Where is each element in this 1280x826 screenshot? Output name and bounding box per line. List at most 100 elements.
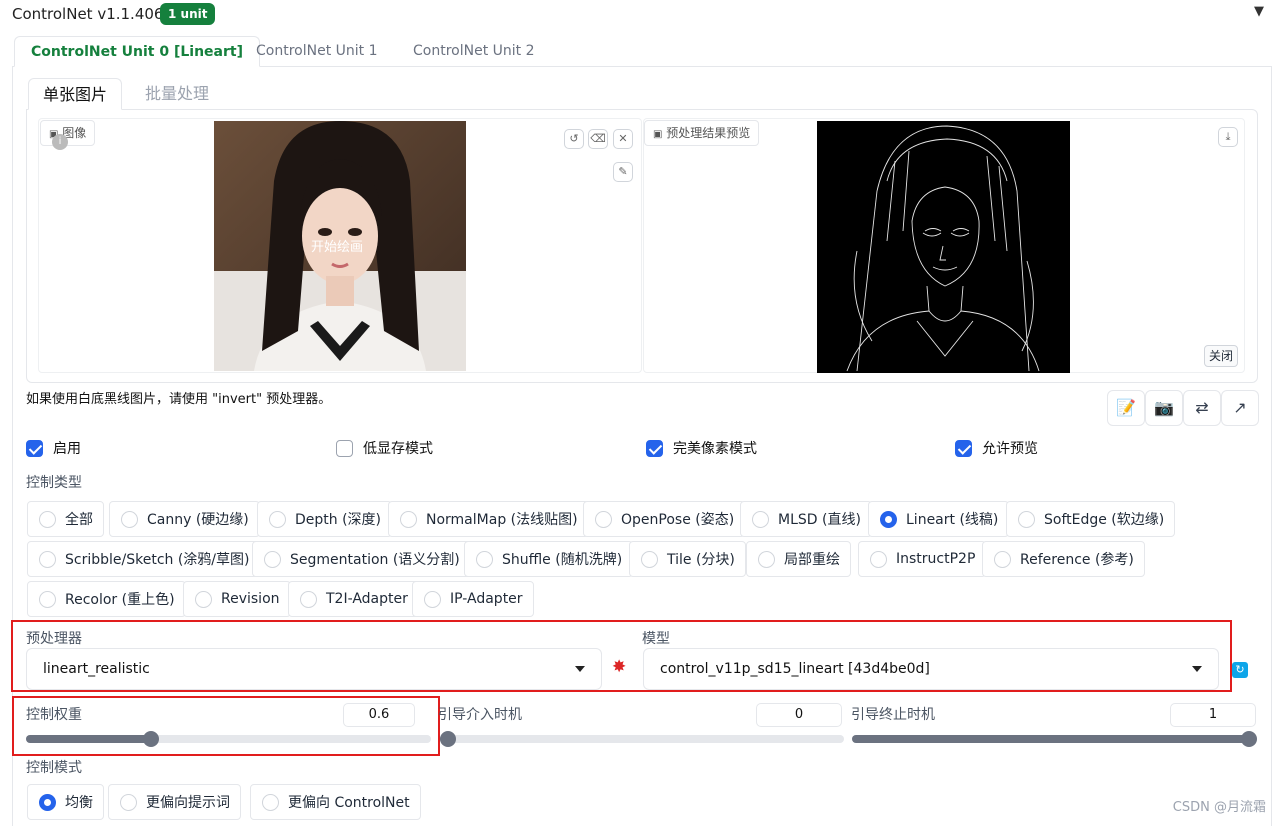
radio-icon[interactable] <box>476 550 493 568</box>
radio-icon[interactable] <box>195 590 212 608</box>
radio-icon[interactable] <box>39 793 56 811</box>
radio-icon[interactable] <box>641 550 658 568</box>
checkbox-box[interactable] <box>955 439 972 457</box>
radio-icon[interactable] <box>400 510 417 528</box>
radio-icon[interactable] <box>424 590 441 608</box>
tab-unit-2[interactable]: ControlNet Unit 2 <box>397 36 551 67</box>
radio-icon[interactable] <box>758 550 775 568</box>
edit-icon[interactable]: 📝 <box>1107 390 1145 426</box>
radio-icon[interactable] <box>1018 510 1035 528</box>
tab-batch[interactable]: 批量处理 <box>131 78 223 110</box>
radio-icon[interactable] <box>269 510 286 528</box>
radio-icon[interactable] <box>994 550 1011 568</box>
slider-handle[interactable] <box>1241 731 1257 747</box>
preview-panel-label: ▣ 预处理结果预览 <box>644 120 760 146</box>
slider-handle[interactable] <box>143 731 159 747</box>
control-type-segmentation[interactable]: Segmentation (语义分割) <box>252 541 471 577</box>
close-icon[interactable]: ✕ <box>613 129 633 149</box>
brush-icon[interactable]: ✎ <box>613 162 633 182</box>
camera-icon[interactable]: 📷 <box>1145 390 1183 426</box>
control-type-shuffle[interactable]: Shuffle (随机洗牌) <box>464 541 634 577</box>
control-type-softedge[interactable]: SoftEdge (软边缘) <box>1006 501 1176 537</box>
run-preprocessor-icon[interactable]: ✸ <box>612 657 626 677</box>
radio-icon[interactable] <box>870 550 887 568</box>
send-icon[interactable]: ↗ <box>1221 390 1259 426</box>
guidance-end-slider[interactable] <box>852 731 1257 747</box>
control-type-all[interactable]: 全部 <box>27 501 104 537</box>
canvas-overlay-text: 开始绘画 <box>311 240 364 255</box>
control-mode-controlnet[interactable]: 更偏向 ControlNet <box>250 784 421 820</box>
enable-checkbox[interactable]: 启用 <box>26 438 81 458</box>
option-label: Scribble/Sketch (涂鸦/草图) <box>65 552 250 568</box>
guidance-start-number-input[interactable]: 0 <box>756 703 842 727</box>
swap-icon[interactable]: ⇄ <box>1183 390 1221 426</box>
radio-icon[interactable] <box>595 510 612 528</box>
radio-icon[interactable] <box>262 793 279 811</box>
control-type-t2i-adapter[interactable]: T2I-Adapter <box>288 581 419 617</box>
chevron-down-icon <box>575 666 585 672</box>
radio-icon[interactable] <box>880 510 897 528</box>
option-label: Recolor (重上色) <box>65 592 175 608</box>
radio-icon[interactable] <box>39 510 56 528</box>
control-type-canny[interactable]: Canny (硬边缘) <box>109 501 260 537</box>
control-type-recolor[interactable]: Recolor (重上色) <box>27 581 186 617</box>
control-type-tile[interactable]: Tile (分块) <box>629 541 746 577</box>
weight-number-input[interactable]: 0.6 <box>343 703 415 727</box>
checkbox-box[interactable] <box>26 439 43 457</box>
control-type-openpose[interactable]: OpenPose (姿态) <box>583 501 746 537</box>
eraser-icon[interactable]: ⌫ <box>588 129 608 149</box>
low-vram-checkbox[interactable]: 低显存模式 <box>336 438 433 458</box>
slider-handle[interactable] <box>440 731 456 747</box>
radio-icon[interactable] <box>120 793 137 811</box>
pixel-perfect-checkbox[interactable]: 完美像素模式 <box>646 438 757 458</box>
option-label: 更偏向提示词 <box>146 795 230 811</box>
option-label: Lineart (线稿) <box>906 512 999 528</box>
option-label: NormalMap (法线贴图) <box>426 512 578 528</box>
allow-preview-checkbox[interactable]: 允许预览 <box>955 438 1038 458</box>
control-type-scribble[interactable]: Scribble/Sketch (涂鸦/草图) <box>27 541 261 577</box>
tab-single-image[interactable]: 单张图片 <box>28 78 123 110</box>
control-type-normalmap[interactable]: NormalMap (法线贴图) <box>388 501 589 537</box>
preprocessor-value: lineart_realistic <box>43 661 150 677</box>
option-label: Segmentation (语义分割) <box>290 552 460 568</box>
close-preview-button[interactable]: 关闭 <box>1204 345 1239 367</box>
radio-icon[interactable] <box>39 550 56 568</box>
radio-icon[interactable] <box>39 590 56 608</box>
preprocessor-select[interactable]: lineart_realistic <box>26 648 602 690</box>
option-label: IP-Adapter <box>450 591 523 607</box>
control-type-revision[interactable]: Revision <box>183 581 291 617</box>
option-label: Tile (分块) <box>667 552 735 568</box>
checkbox-box[interactable] <box>646 439 663 457</box>
weight-slider[interactable] <box>26 731 431 747</box>
radio-icon[interactable] <box>264 550 281 568</box>
tab-unit-0[interactable]: ControlNet Unit 0 [Lineart] <box>14 36 260 67</box>
control-type-depth[interactable]: Depth (深度) <box>257 501 393 537</box>
option-label: 全部 <box>65 512 93 528</box>
control-mode-balanced[interactable]: 均衡 <box>27 784 104 820</box>
invert-hint: 如果使用白底黑线图片，请使用 "invert" 预处理器。 <box>26 392 332 407</box>
control-type-mlsd[interactable]: MLSD (直线) <box>740 501 872 537</box>
preview-panel-label-text: 预处理结果预览 <box>666 126 751 140</box>
option-label: Depth (深度) <box>295 512 382 528</box>
preprocessor-preview-image <box>817 121 1070 373</box>
collapse-caret-icon[interactable]: ▼ <box>1254 4 1264 19</box>
unit-count-badge: 1 unit <box>160 3 216 25</box>
refresh-icon[interactable]: ↻ <box>1232 662 1248 678</box>
radio-icon[interactable] <box>300 590 317 608</box>
download-icon[interactable]: ⤓ <box>1218 127 1238 147</box>
control-type-instructp2p[interactable]: InstructP2P <box>858 541 987 577</box>
undo-icon[interactable]: ↺ <box>564 129 584 149</box>
guidance-start-slider[interactable] <box>440 731 844 747</box>
radio-icon[interactable] <box>121 510 138 528</box>
tab-unit-1[interactable]: ControlNet Unit 1 <box>240 36 394 67</box>
control-mode-prompt[interactable]: 更偏向提示词 <box>108 784 241 820</box>
model-select[interactable]: control_v11p_sd15_lineart [43d4be0d] <box>643 648 1219 690</box>
option-label: OpenPose (姿态) <box>621 512 735 528</box>
control-type-lineart[interactable]: Lineart (线稿) <box>868 501 1010 537</box>
guidance-end-number-input[interactable]: 1 <box>1170 703 1256 727</box>
control-type-ip-adapter[interactable]: IP-Adapter <box>412 581 534 617</box>
checkbox-box[interactable] <box>336 439 353 457</box>
control-type-reference[interactable]: Reference (参考) <box>982 541 1145 577</box>
radio-icon[interactable] <box>752 510 769 528</box>
control-type-inpaint[interactable]: 局部重绘 <box>746 541 851 577</box>
